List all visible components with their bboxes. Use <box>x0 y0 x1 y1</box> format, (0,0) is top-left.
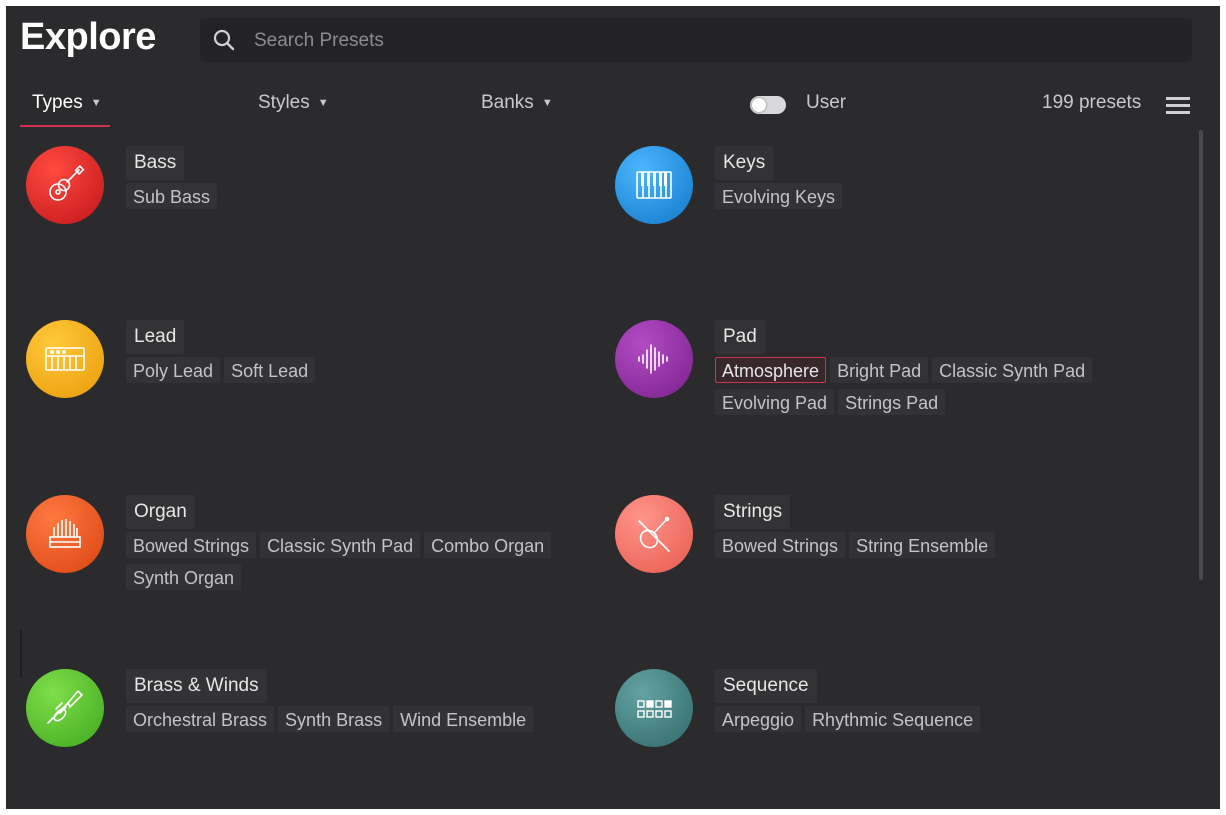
tag-bowed-strings[interactable]: Bowed Strings <box>126 532 257 558</box>
tag-orchestral-brass[interactable]: Orchestral Brass <box>126 706 275 732</box>
category-keys[interactable]: Keys Evolving Keys <box>615 146 1195 276</box>
list-view-icon[interactable] <box>1166 94 1190 116</box>
chevron-down-icon: ▼ <box>541 97 553 109</box>
search-input[interactable] <box>252 24 1156 58</box>
category-sequence[interactable]: Sequence Arpeggio Rhythmic Sequence <box>615 669 1195 799</box>
tag-bright-pad[interactable]: Bright Pad <box>830 357 929 383</box>
filter-bar: Types ▼ Styles ▼ Banks ▼ User 199 preset… <box>6 84 1220 130</box>
category-pad[interactable]: Pad Atmosphere Bright Pad Classic Synth … <box>615 320 1195 450</box>
chevron-down-icon: ▼ <box>90 97 102 109</box>
search-bar[interactable] <box>200 18 1192 62</box>
category-title: Strings <box>715 495 791 529</box>
search-icon <box>213 29 235 51</box>
category-bass[interactable]: Bass Sub Bass <box>26 146 606 276</box>
tag-evolving-pad[interactable]: Evolving Pad <box>715 389 835 415</box>
tag-list: Arpeggio Rhythmic Sequence <box>715 706 1195 732</box>
tag-synth-brass[interactable]: Synth Brass <box>278 706 390 732</box>
tag-evolving-keys[interactable]: Evolving Keys <box>715 183 843 209</box>
tag-list: Atmosphere Bright Pad Classic Synth Pad … <box>715 357 1195 415</box>
tag-strings-pad[interactable]: Strings Pad <box>838 389 946 415</box>
banks-filter-dropdown[interactable]: Banks ▼ <box>481 92 553 114</box>
category-organ[interactable]: Organ Bowed Strings Classic Synth Pad Co… <box>26 495 606 625</box>
styles-filter-label: Styles <box>258 92 310 113</box>
tag-soft-lead[interactable]: Soft Lead <box>224 357 316 383</box>
tag-bowed-strings[interactable]: Bowed Strings <box>715 532 846 558</box>
tag-synth-organ[interactable]: Synth Organ <box>126 564 242 590</box>
header: Explore <box>6 6 1220 78</box>
tag-poly-lead[interactable]: Poly Lead <box>126 357 221 383</box>
tag-list: Poly Lead Soft Lead <box>126 357 606 383</box>
category-title: Organ <box>126 495 195 529</box>
tag-list: Evolving Keys <box>715 183 1195 209</box>
category-title: Lead <box>126 320 185 354</box>
tag-string-ensemble[interactable]: String Ensemble <box>849 532 996 558</box>
preset-count: 199 presets <box>1042 92 1142 113</box>
tag-arpeggio[interactable]: Arpeggio <box>715 706 802 732</box>
banks-filter-label: Banks <box>481 92 534 113</box>
toggle-knob <box>752 98 766 112</box>
user-toggle[interactable] <box>750 96 786 114</box>
category-title: Bass <box>126 146 185 180</box>
category-strings[interactable]: Strings Bowed Strings String Ensemble <box>615 495 1195 625</box>
trumpet-icon <box>26 669 104 747</box>
synth-keyboard-icon <box>26 320 104 398</box>
waveform-icon <box>615 320 693 398</box>
tag-sub-bass[interactable]: Sub Bass <box>126 183 218 209</box>
category-title: Keys <box>715 146 774 180</box>
divider <box>20 630 22 678</box>
acoustic-guitar-icon <box>26 146 104 224</box>
category-brass-winds[interactable]: Brass & Winds Orchestral Brass Synth Bra… <box>26 669 606 799</box>
tag-list: Bowed Strings Classic Synth Pad Combo Or… <box>126 532 606 590</box>
user-toggle-label: User <box>806 92 847 113</box>
category-title: Sequence <box>715 669 817 703</box>
tag-classic-synth-pad[interactable]: Classic Synth Pad <box>932 357 1093 383</box>
violin-icon <box>615 495 693 573</box>
step-sequencer-icon <box>615 669 693 747</box>
page-title: Explore <box>20 16 156 58</box>
category-title: Brass & Winds <box>126 669 267 703</box>
types-filter-dropdown[interactable]: Types ▼ <box>32 92 102 114</box>
tag-wind-ensemble[interactable]: Wind Ensemble <box>393 706 534 732</box>
piano-keys-icon <box>615 146 693 224</box>
active-filter-underline <box>20 125 110 127</box>
tag-combo-organ[interactable]: Combo Organ <box>424 532 552 558</box>
explore-panel: Explore Types ▼ Styles ▼ Banks ▼ User 19… <box>6 6 1220 809</box>
category-lead[interactable]: Lead Poly Lead Soft Lead <box>26 320 606 450</box>
tag-list: Sub Bass <box>126 183 606 209</box>
chevron-down-icon: ▼ <box>317 97 329 109</box>
types-filter-label: Types <box>32 92 83 113</box>
styles-filter-dropdown[interactable]: Styles ▼ <box>258 92 329 114</box>
tag-list: Orchestral Brass Synth Brass Wind Ensemb… <box>126 706 606 732</box>
tag-list: Bowed Strings String Ensemble <box>715 532 1195 558</box>
tag-rhythmic-sequence[interactable]: Rhythmic Sequence <box>805 706 981 732</box>
organ-pipes-icon <box>26 495 104 573</box>
tag-atmosphere[interactable]: Atmosphere <box>715 357 827 383</box>
category-title: Pad <box>715 320 765 354</box>
tag-classic-synth-pad[interactable]: Classic Synth Pad <box>260 532 421 558</box>
scrollbar[interactable] <box>1199 130 1203 580</box>
